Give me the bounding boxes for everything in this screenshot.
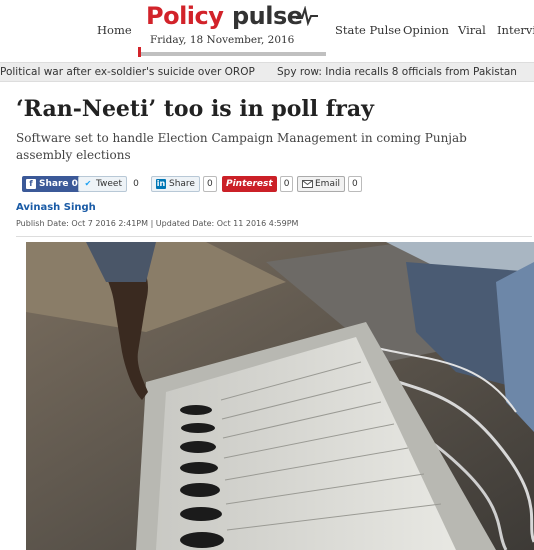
linkedin-share[interactable]: in Share 0 xyxy=(151,176,217,192)
ticker-item[interactable]: Spy row: India recalls 8 officials from … xyxy=(277,66,517,78)
linkedin-count: 0 xyxy=(202,176,217,192)
divider xyxy=(16,236,532,237)
linkedin-share-label: Share xyxy=(169,179,195,189)
site-logo[interactable]: Policy pulse xyxy=(146,2,318,32)
nav-state-pulse[interactable]: State Pulse xyxy=(335,23,401,37)
pinterest-share[interactable]: Pinterest 0 xyxy=(222,176,294,192)
nav-opinion[interactable]: Opinion xyxy=(403,23,449,37)
news-ticker: Political war after ex-soldier's suicide… xyxy=(0,62,534,82)
article-headline: ‘Ran-Neeti’ too is in poll fray xyxy=(16,96,374,122)
tweet-count: 0 xyxy=(129,176,142,192)
site-header: Home Policy pulse Friday, 18 November, 2… xyxy=(0,0,534,62)
publish-date: Publish Date: Oct 7 2016 2:41PM | Update… xyxy=(16,219,299,228)
article-photo-evm xyxy=(26,242,534,550)
pinterest-count: 0 xyxy=(279,176,294,192)
evm-illustration xyxy=(26,242,534,550)
pinterest-label: Pinterest xyxy=(226,179,273,189)
email-button[interactable]: Email xyxy=(297,176,345,192)
author-link[interactable]: Avinash Singh xyxy=(16,202,96,213)
facebook-share-button[interactable]: f Share 0 xyxy=(22,176,82,192)
email-label: Email xyxy=(315,179,340,189)
nav-interviews[interactable]: Intervie xyxy=(497,23,534,37)
envelope-icon xyxy=(302,180,313,188)
twitter-share[interactable]: ✔ Tweet 0 xyxy=(78,176,142,192)
pulse-line-icon xyxy=(296,6,318,26)
logo-pulse-text: pulse xyxy=(232,2,303,30)
ticker-item[interactable]: Political war after ex-soldier's suicide… xyxy=(0,66,255,78)
linkedin-icon: in xyxy=(156,179,166,189)
logo-policy-text: Policy xyxy=(146,2,224,30)
date-accent xyxy=(138,47,141,57)
nav-viral[interactable]: Viral xyxy=(458,23,486,37)
current-date: Friday, 18 November, 2016 xyxy=(150,34,295,46)
date-underline xyxy=(138,52,326,56)
tweet-button[interactable]: ✔ Tweet xyxy=(78,176,127,192)
linkedin-share-button[interactable]: in Share xyxy=(151,176,200,192)
email-share[interactable]: Email 0 xyxy=(297,176,362,192)
tweet-label: Tweet xyxy=(96,179,122,189)
nav-home[interactable]: Home xyxy=(97,23,132,37)
facebook-icon: f xyxy=(26,179,36,189)
article-subheadline: Software set to handle Election Campaign… xyxy=(16,131,467,162)
email-count: 0 xyxy=(347,176,362,192)
twitter-bird-icon: ✔ xyxy=(84,179,92,188)
facebook-share[interactable]: f Share 0 xyxy=(22,176,82,192)
facebook-share-label: Share 0 xyxy=(39,179,78,189)
pinterest-button[interactable]: Pinterest xyxy=(222,176,277,192)
